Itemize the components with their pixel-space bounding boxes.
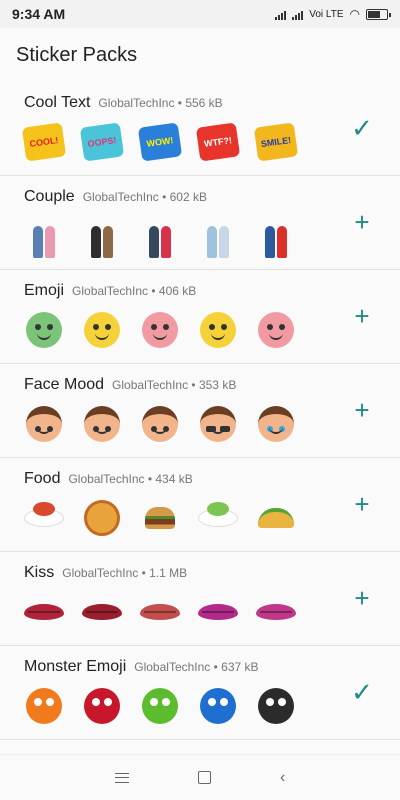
sticker-cool-text: COOL! xyxy=(21,122,67,162)
pack-name: Food xyxy=(24,470,61,487)
page-title: Sticker Packs xyxy=(16,43,138,66)
sticker-food-salad xyxy=(196,496,240,540)
pack-name: Monster Emoji xyxy=(24,658,127,675)
sticker-smile: SMILE! xyxy=(253,120,299,164)
installed-check-icon[interactable]: ✓ xyxy=(348,114,376,142)
sticker-pack-couple[interactable]: Couple GlobalTechInc • 602 kB + xyxy=(0,176,400,270)
sticker-kiss-5 xyxy=(254,590,298,634)
sticker-preview-row xyxy=(22,214,298,258)
sticker-couple-5 xyxy=(254,214,298,258)
pack-name: Emoji xyxy=(24,282,65,299)
sticker-food-burger xyxy=(138,496,182,540)
sticker-oops-text: OOPS! xyxy=(79,122,125,162)
pack-meta: GlobalTechInc • 556 kB xyxy=(98,96,223,110)
signal-icon-2 xyxy=(292,8,304,20)
add-icon[interactable]: + xyxy=(348,302,376,330)
pack-name: Face Mood xyxy=(24,376,105,393)
pack-meta: GlobalTechInc • 434 kB xyxy=(68,472,193,486)
recents-icon[interactable] xyxy=(114,772,129,783)
sticker-food-pizza xyxy=(80,496,124,540)
sticker-pack-emoji[interactable]: Emoji GlobalTechInc • 406 kB + xyxy=(0,270,400,364)
sticker-monster-red xyxy=(80,684,124,728)
home-icon[interactable] xyxy=(197,771,211,784)
battery-icon xyxy=(366,8,391,20)
sticker-pack-food[interactable]: Food GlobalTechInc • 434 kB + xyxy=(0,458,400,552)
sticker-cool: COOL! xyxy=(21,120,67,164)
sticker-kiss-1 xyxy=(22,590,66,634)
sticker-face-2 xyxy=(80,402,124,446)
sticker-emoji-blush xyxy=(138,308,182,352)
sticker-couple-2 xyxy=(80,214,124,258)
sticker-monster-orange xyxy=(22,684,66,728)
sticker-face-1 xyxy=(22,402,66,446)
sticker-preview-row xyxy=(22,308,298,352)
sticker-kiss-2 xyxy=(80,590,124,634)
sticker-kiss-4 xyxy=(196,590,240,634)
sticker-couple-1 xyxy=(22,214,66,258)
sticker-face-4 xyxy=(196,402,240,446)
sticker-pack-cool-text[interactable]: Cool Text GlobalTechInc • 556 kB COOL! O… xyxy=(0,82,400,176)
sticker-face-3 xyxy=(138,402,182,446)
sticker-pack-list: Cool Text GlobalTechInc • 556 kB COOL! O… xyxy=(0,82,400,740)
sticker-pack-face-mood[interactable]: Face Mood GlobalTechInc • 353 kB + xyxy=(0,364,400,458)
sticker-preview-row xyxy=(22,684,298,728)
sticker-preview-row xyxy=(22,496,298,540)
sticker-smile-text: SMILE! xyxy=(253,122,299,162)
sticker-food-pasta xyxy=(22,496,66,540)
pack-name: Cool Text xyxy=(24,94,91,111)
add-icon[interactable]: + xyxy=(348,396,376,424)
status-icons: Voi LTE ◠ xyxy=(275,7,391,21)
sticker-face-5 xyxy=(254,402,298,446)
sticker-emoji-wink xyxy=(80,308,124,352)
sticker-couple-3 xyxy=(138,214,182,258)
installed-check-icon[interactable]: ✓ xyxy=(348,678,376,706)
back-icon[interactable]: ‹ xyxy=(280,769,285,787)
network-label: Voi LTE xyxy=(309,8,344,20)
pack-meta: GlobalTechInc • 637 kB xyxy=(134,660,259,674)
pack-meta: GlobalTechInc • 353 kB xyxy=(112,378,237,392)
sticker-food-taco xyxy=(254,496,298,540)
sticker-pack-kiss[interactable]: Kiss GlobalTechInc • 1.1 MB + xyxy=(0,552,400,646)
sticker-wow-text: WOW! xyxy=(137,122,183,162)
sticker-kiss-3 xyxy=(138,590,182,634)
pack-name: Couple xyxy=(24,188,75,205)
add-icon[interactable]: + xyxy=(348,490,376,518)
sticker-preview-row xyxy=(22,590,298,634)
app-bar: Sticker Packs xyxy=(0,28,400,82)
sticker-couple-4 xyxy=(196,214,240,258)
sticker-emoji-nerd xyxy=(22,308,66,352)
sticker-monster-green xyxy=(138,684,182,728)
status-time: 9:34 AM xyxy=(12,6,66,22)
status-bar: 9:34 AM Voi LTE ◠ xyxy=(0,0,400,28)
sticker-wow: WOW! xyxy=(137,120,183,164)
sticker-oops: OOPS! xyxy=(79,120,125,164)
pack-name: Kiss xyxy=(24,564,55,581)
sticker-wtf-text: WTF?! xyxy=(195,122,241,162)
system-nav-bar: ‹ xyxy=(0,754,400,800)
signal-icon xyxy=(275,8,287,20)
sticker-preview-row xyxy=(22,402,298,446)
sticker-wtf: WTF?! xyxy=(195,120,241,164)
pack-meta: GlobalTechInc • 406 kB xyxy=(72,284,197,298)
sticker-monster-blue xyxy=(196,684,240,728)
wifi-icon: ◠ xyxy=(349,7,360,21)
add-icon[interactable]: + xyxy=(348,208,376,236)
pack-meta: GlobalTechInc • 602 kB xyxy=(82,190,207,204)
sticker-monster-black xyxy=(254,684,298,728)
sticker-emoji-smile xyxy=(254,308,298,352)
add-icon[interactable]: + xyxy=(348,584,376,612)
sticker-preview-row: COOL! OOPS! WOW! WTF?! SMILE! xyxy=(21,120,299,164)
pack-meta: GlobalTechInc • 1.1 MB xyxy=(62,566,188,580)
sticker-pack-monster-emoji[interactable]: Monster Emoji GlobalTechInc • 637 kB ✓ xyxy=(0,646,400,740)
sticker-emoji-laugh xyxy=(196,308,240,352)
